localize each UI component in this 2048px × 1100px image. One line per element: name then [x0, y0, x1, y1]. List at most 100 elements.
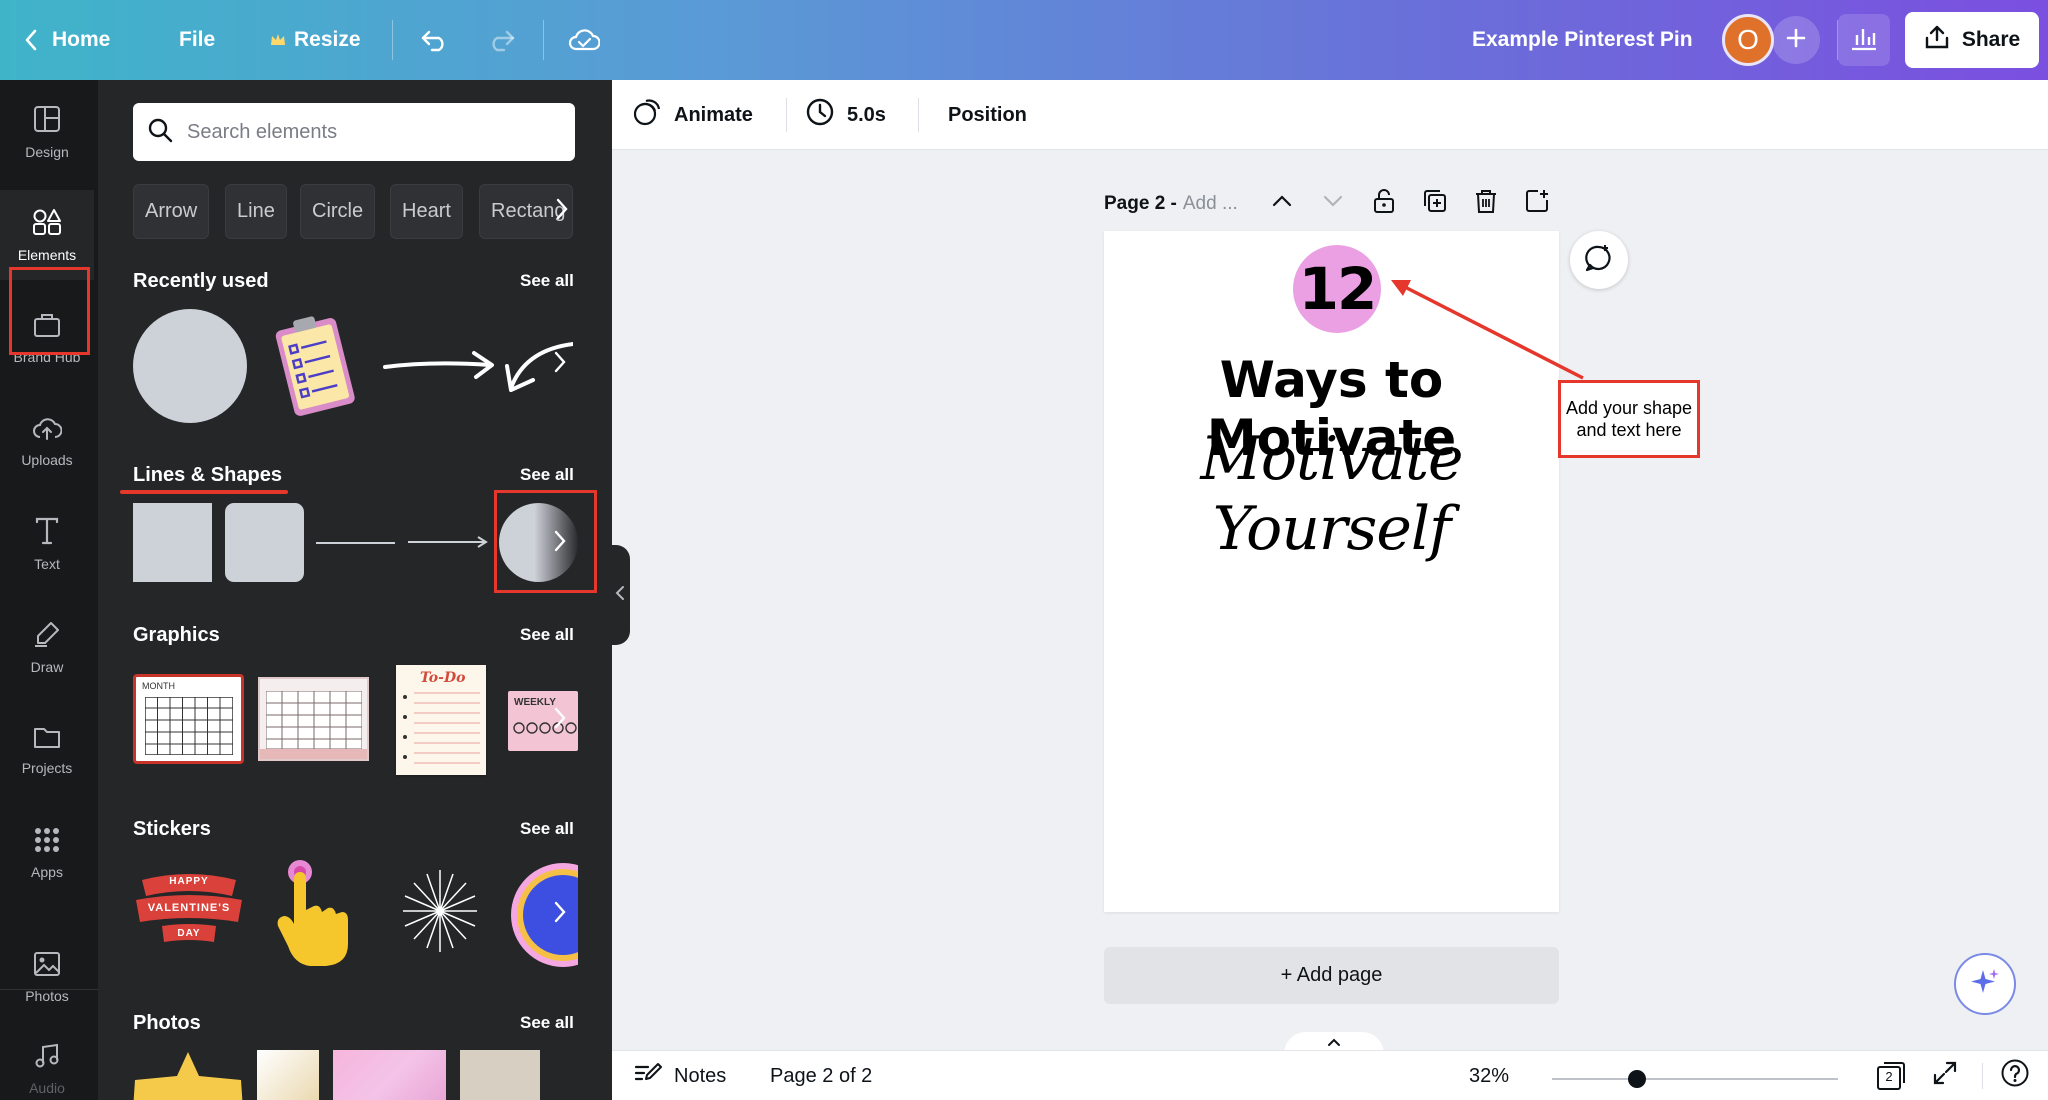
rail-item-design[interactable]: Design [0, 87, 94, 177]
magic-assistant-button[interactable] [1954, 953, 2016, 1015]
see-all-photos[interactable]: See all [520, 1013, 574, 1033]
image-icon [33, 951, 61, 980]
add-comment-button[interactable] [1570, 231, 1628, 289]
rail-item-projects[interactable]: Projects [0, 705, 94, 795]
see-all-stickers[interactable]: See all [520, 819, 574, 839]
see-all-lines-shapes[interactable]: See all [520, 465, 574, 485]
annotation-arrow [1391, 280, 1584, 380]
search-input[interactable] [187, 120, 547, 144]
stickers-scroll-right[interactable] [546, 900, 574, 928]
zoom-level[interactable]: 32% [1469, 1051, 1509, 1100]
rail-label: Audio [29, 1080, 65, 1096]
zoom-slider-track[interactable] [1552, 1078, 1838, 1080]
chip-heart[interactable]: Heart [390, 184, 463, 239]
zoom-slider-thumb[interactable] [1628, 1070, 1646, 1088]
page-label: Page 2 - [1104, 193, 1177, 214]
chevron-right-icon [554, 351, 566, 378]
duplicate-icon [1422, 188, 1448, 219]
plus-icon [1785, 27, 1807, 54]
home-button[interactable]: Home [24, 0, 110, 80]
rail-item-photos[interactable]: Photos [0, 932, 94, 1022]
rail-label: Photos [25, 987, 69, 1004]
chips-scroll-right[interactable] [546, 184, 578, 239]
duplicate-page-button[interactable] [1420, 188, 1450, 218]
rail-label: Design [25, 143, 69, 160]
rail-item-uploads[interactable]: Uploads [0, 396, 94, 486]
grid-icon [34, 827, 60, 856]
resize-button[interactable]: Resize [270, 0, 361, 80]
avatar[interactable]: O [1722, 14, 1774, 66]
page-count-text: 2 [1885, 1069, 1893, 1084]
graphics-scroll-right[interactable] [546, 706, 574, 734]
invite-button[interactable] [1772, 16, 1820, 64]
bar-chart-icon [1850, 25, 1878, 56]
rail-label: Apps [31, 863, 63, 880]
shapes-scroll-right[interactable] [546, 529, 574, 557]
rail-item-draw[interactable]: Draw [0, 602, 94, 692]
panel-collapse-handle[interactable] [610, 545, 630, 645]
recent-clipboard-graphic[interactable] [270, 309, 360, 423]
photo-thumbnail[interactable] [257, 1050, 319, 1100]
arrow-line-shape[interactable] [408, 532, 488, 552]
recently-used-scroll-right[interactable] [546, 350, 574, 378]
duration-button[interactable]: 5.0s [805, 80, 886, 150]
undo-button[interactable] [420, 0, 450, 80]
lock-page-button[interactable] [1369, 188, 1399, 218]
insights-button[interactable] [1838, 14, 1890, 66]
see-all-graphics[interactable]: See all [520, 625, 574, 645]
add-page-icon-button[interactable] [1522, 188, 1552, 218]
graphic-month-calendar[interactable]: MONTH [133, 674, 244, 764]
rail-item-audio[interactable]: Audio [0, 1035, 94, 1100]
file-menu[interactable]: File [179, 0, 215, 80]
planner-footer-band [260, 749, 367, 759]
recent-circle-shape[interactable] [133, 309, 247, 423]
graphic-todo-list[interactable]: To-Do [396, 665, 486, 775]
music-icon [34, 1043, 60, 1072]
position-button[interactable]: Position [948, 80, 1027, 150]
photo-thumbnail[interactable] [133, 1050, 243, 1100]
notes-button[interactable]: Notes [634, 1051, 726, 1100]
chip-arrow[interactable]: Arrow [133, 184, 210, 239]
chevron-left-icon [24, 29, 38, 51]
rail-item-text[interactable]: Text [0, 499, 94, 589]
page-down-button[interactable] [1318, 188, 1348, 218]
page-title-input[interactable]: Add ... [1183, 193, 1238, 215]
add-page-button[interactable]: + Add page [1104, 947, 1559, 1004]
rounded-square-shape[interactable] [225, 503, 304, 582]
chip-circle[interactable]: Circle [300, 184, 376, 239]
chevron-right-icon [554, 901, 566, 928]
home-label: Home [52, 28, 111, 51]
redo-button[interactable] [486, 0, 516, 80]
sticker-valentines[interactable]: HAPPY VALENTINE'S DAY [134, 870, 244, 948]
fullscreen-button[interactable] [1932, 1051, 1958, 1100]
pages-grid-button[interactable]: 2 [1876, 1051, 1906, 1100]
photo-thumbnail[interactable] [333, 1050, 446, 1100]
help-button[interactable] [2000, 1051, 2030, 1100]
rail-label: Draw [30, 658, 64, 675]
search-box[interactable] [133, 103, 575, 161]
line-shape[interactable] [316, 542, 395, 544]
page-up-button[interactable] [1267, 188, 1297, 218]
animate-icon [632, 97, 662, 133]
chip-line[interactable]: Line [225, 184, 287, 239]
script-text[interactable]: Motivate Yourself [1104, 424, 1559, 564]
page-indicator[interactable]: Page 2 of 2 [770, 1051, 872, 1100]
text-icon [34, 517, 60, 548]
add-page-icon [1524, 188, 1550, 219]
share-button[interactable]: Share [1905, 12, 2039, 68]
animate-button[interactable]: Animate [632, 80, 753, 150]
graphic-planner-grid[interactable] [258, 677, 369, 761]
delete-page-button[interactable] [1471, 188, 1501, 218]
square-shape[interactable] [133, 503, 212, 582]
see-all-recently-used[interactable]: See all [520, 271, 574, 291]
recent-arrow-graphic[interactable] [382, 339, 497, 389]
rail-item-apps[interactable]: Apps [0, 808, 94, 898]
sticker-pointing-hand[interactable] [270, 860, 360, 970]
number-badge[interactable]: 12 [1293, 245, 1381, 333]
save-status-button[interactable] [568, 0, 600, 80]
left-rail: Design Elements Brand Hub Uploads Text D… [0, 80, 98, 1100]
redo-icon [486, 28, 516, 52]
photo-thumbnail[interactable] [460, 1050, 540, 1100]
design-title[interactable]: Example Pinterest Pin [1472, 0, 1693, 80]
sticker-starburst[interactable] [399, 866, 481, 956]
